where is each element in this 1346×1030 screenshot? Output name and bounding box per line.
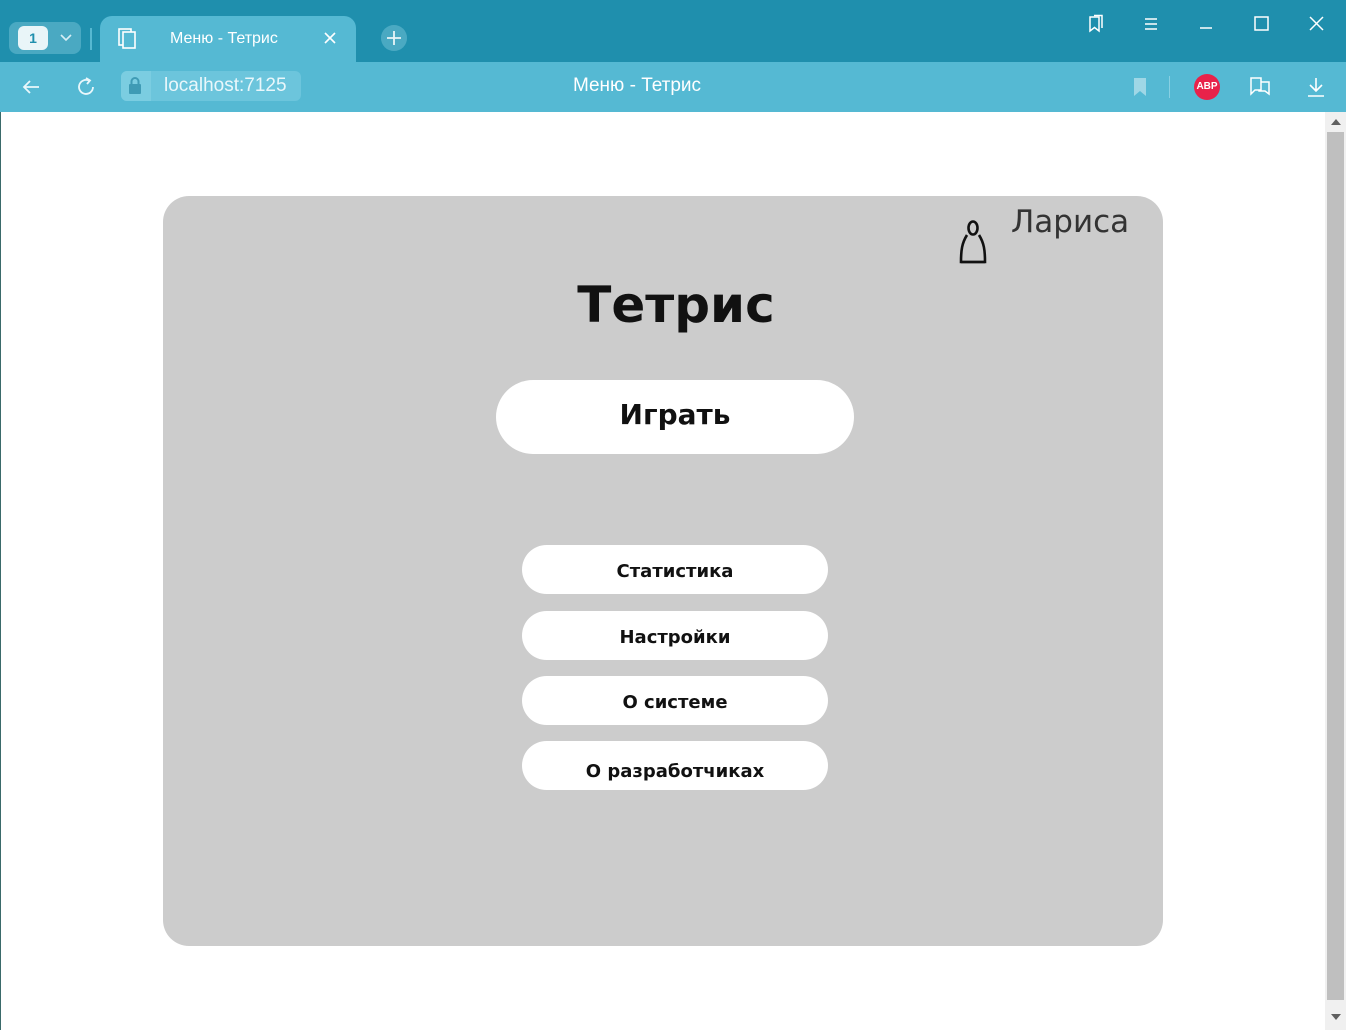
- tab-counter-button[interactable]: 1: [9, 22, 81, 54]
- window-edge: [0, 112, 1, 1030]
- page-title-display: Меню - Тетрис: [572, 75, 702, 96]
- adblock-plus-icon[interactable]: ABP: [1194, 74, 1220, 100]
- about-developers-button[interactable]: О разработчиках: [522, 741, 828, 790]
- active-tab[interactable]: Меню - Тетрис: [100, 16, 356, 62]
- tab-count: 1: [18, 26, 48, 50]
- scrollbar-thumb[interactable]: [1327, 132, 1344, 1000]
- menu-icon[interactable]: [1141, 14, 1161, 34]
- close-window-icon[interactable]: [1306, 14, 1326, 34]
- new-tab-plus-icon[interactable]: [381, 25, 407, 51]
- translate-icon[interactable]: [1249, 75, 1271, 97]
- tab-divider: [90, 28, 92, 50]
- minimize-icon[interactable]: [1196, 14, 1216, 34]
- tab-title: Меню - Тетрис: [170, 30, 278, 47]
- close-tab-icon[interactable]: [322, 30, 338, 46]
- maximize-icon[interactable]: [1251, 14, 1271, 34]
- bookmarks-panel-icon[interactable]: [1086, 14, 1106, 34]
- play-button[interactable]: Играть: [496, 380, 854, 454]
- menu-panel: Лариса Тетрис Играть Статистика Настройк…: [163, 196, 1163, 946]
- page-title: Тетрис: [577, 276, 775, 334]
- browser-toolbar: localhost:7125 Меню - Тетрис ABP: [0, 62, 1346, 112]
- scroll-up-arrow-icon[interactable]: [1331, 119, 1341, 125]
- page-icon: [118, 28, 136, 49]
- about-system-button[interactable]: О системе: [522, 676, 828, 725]
- toolbar-divider: [1169, 76, 1170, 98]
- download-icon[interactable]: [1305, 76, 1327, 98]
- settings-button[interactable]: Настройки: [522, 611, 828, 660]
- user-icon[interactable]: [958, 218, 988, 268]
- user-name[interactable]: Лариса: [1011, 204, 1129, 240]
- scroll-down-arrow-icon[interactable]: [1331, 1014, 1341, 1020]
- vertical-scrollbar[interactable]: [1325, 112, 1346, 1030]
- bookmark-icon[interactable]: [1129, 76, 1151, 98]
- browser-titlebar: 1 Меню - Тетрис: [0, 0, 1346, 62]
- statistics-button[interactable]: Статистика: [522, 545, 828, 594]
- chevron-down-icon: [60, 34, 72, 42]
